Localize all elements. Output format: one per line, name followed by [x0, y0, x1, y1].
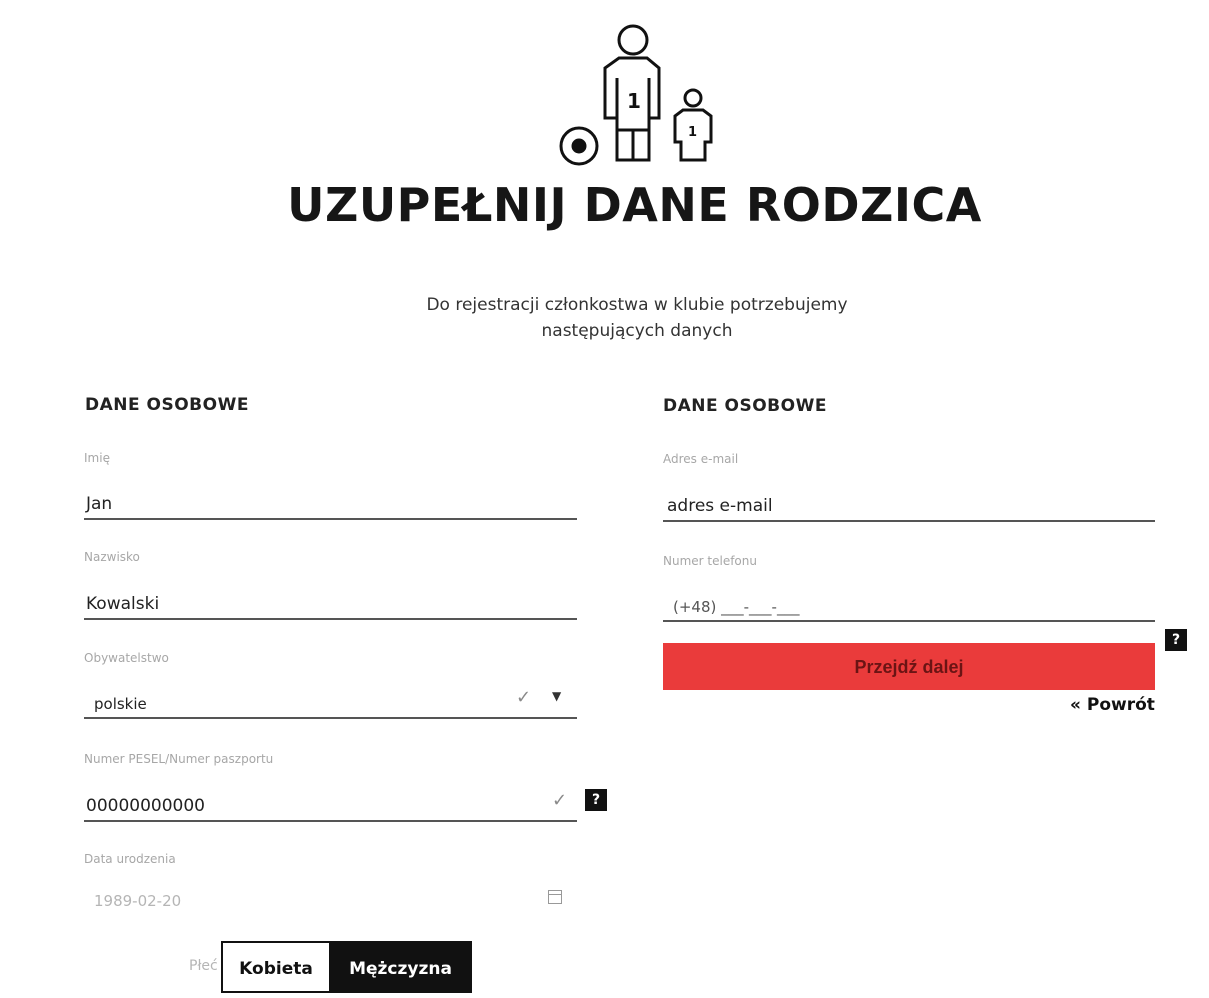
- pesel-field[interactable]: 00000000000 ✓: [84, 788, 577, 822]
- phone-value: (+48) ___-___-___: [673, 598, 800, 616]
- page-subtitle: Do rejestracji członkostwa w klubie potr…: [426, 295, 848, 341]
- email-label: Adres e-mail: [663, 452, 739, 466]
- email-value: adres e-mail: [667, 496, 773, 516]
- help-icon[interactable]: ?: [585, 789, 607, 811]
- svg-text:1: 1: [688, 125, 697, 140]
- phone-label: Numer telefonu: [663, 554, 757, 568]
- birthdate-field[interactable]: 1989-02-20: [84, 882, 577, 914]
- check-icon: ✓: [552, 790, 568, 811]
- birthdate-label: Data urodzenia: [84, 852, 176, 866]
- section-heading-right: DANE OSOBOWE: [663, 396, 827, 416]
- calendar-icon[interactable]: [548, 890, 562, 904]
- page-title: UZUPEŁNIJ DANE RODZICA: [287, 178, 982, 232]
- section-heading-left: DANE OSOBOWE: [85, 395, 249, 415]
- first-name-field[interactable]: Jan: [84, 486, 577, 520]
- gender-option-mezczyzna[interactable]: Mężczyzna: [329, 941, 472, 993]
- next-button[interactable]: Przejdź dalej: [663, 643, 1155, 690]
- birthdate-value: 1989-02-20: [94, 892, 182, 910]
- help-icon[interactable]: ?: [1165, 629, 1187, 651]
- citizenship-select[interactable]: polskie ✓ ▼: [84, 685, 577, 719]
- svg-text:1: 1: [627, 89, 641, 113]
- citizenship-value: polskie: [94, 695, 147, 713]
- last-name-value: Kowalski: [86, 594, 160, 614]
- check-icon: ✓: [516, 687, 532, 708]
- email-field[interactable]: adres e-mail: [663, 488, 1155, 522]
- pesel-value: 00000000000: [86, 796, 205, 816]
- phone-field[interactable]: (+48) ___-___-___: [663, 588, 1155, 622]
- gender-option-kobieta[interactable]: Kobieta: [221, 941, 329, 993]
- back-link[interactable]: « Powrót: [1070, 695, 1155, 715]
- last-name-label: Nazwisko: [84, 550, 140, 564]
- last-name-field[interactable]: Kowalski: [84, 586, 577, 620]
- gender-label: Płeć: [189, 958, 218, 974]
- players-logo-icon: 1 1: [559, 24, 713, 166]
- dropdown-arrow-icon[interactable]: ▼: [552, 689, 561, 703]
- first-name-label: Imię: [84, 451, 110, 465]
- first-name-value: Jan: [86, 494, 113, 514]
- citizenship-label: Obywatelstwo: [84, 651, 169, 665]
- pesel-label: Numer PESEL/Numer paszportu: [84, 752, 274, 766]
